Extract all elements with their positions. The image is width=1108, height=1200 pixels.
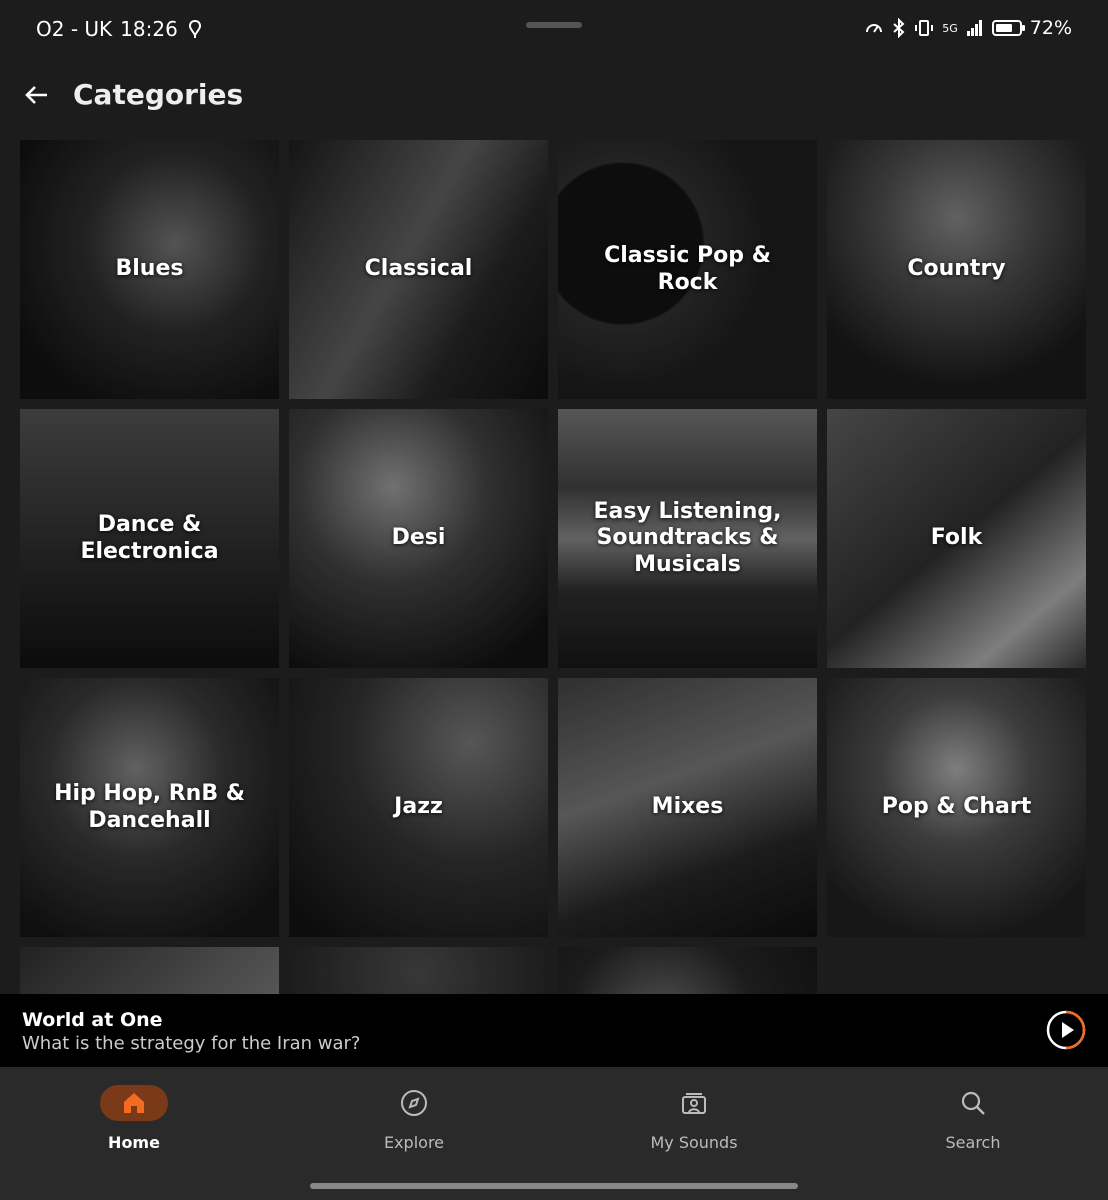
category-label: Mixes [651, 794, 724, 820]
now-playing-title: World at One [22, 1009, 163, 1031]
category-tile-mixes[interactable]: Mixes [558, 678, 817, 937]
category-label: Classic Pop & Rock [604, 243, 771, 295]
category-label: Jazz [394, 794, 443, 820]
status-bar: O2 - UK 18:26 5G 72% [0, 0, 1108, 60]
category-label: Blues [115, 256, 184, 282]
gesture-bar [310, 1183, 798, 1189]
app-header: Categories [0, 66, 1108, 126]
category-tile-dance-electronica[interactable]: Dance & Electronica [20, 409, 279, 668]
clock: 18:26 [120, 17, 178, 41]
category-label: Dance & Electronica [80, 512, 219, 564]
nav-home-label: Home [108, 1133, 160, 1152]
category-tile-folk[interactable]: Folk [827, 409, 1086, 668]
category-tile[interactable] [289, 947, 548, 994]
battery-fill [995, 24, 1012, 32]
nav-my-sounds[interactable]: My Sounds [614, 1085, 774, 1152]
nav-search[interactable]: Search [893, 1085, 1053, 1152]
category-tile-hip-hop[interactable]: Hip Hop, RnB & Dancehall [20, 678, 279, 937]
category-tile-easy-listening[interactable]: Easy Listening, Soundtracks & Musicals [558, 409, 817, 668]
battery-percent: 72% [1029, 17, 1072, 39]
carrier-label: O2 - UK [36, 17, 113, 41]
nav-my-sounds-label: My Sounds [650, 1133, 738, 1152]
category-grid-scroll[interactable]: Blues Classical Classic Pop & Rock Count… [20, 140, 1088, 994]
category-tile[interactable] [20, 947, 279, 994]
sync-icon [188, 19, 201, 38]
category-label: Pop & Chart [881, 794, 1032, 820]
bottom-nav: Home Explore My Sounds Search [0, 1067, 1108, 1200]
nav-home-pill [100, 1085, 168, 1121]
category-tile-pop-chart[interactable]: Pop & Chart [827, 678, 1086, 937]
page-title: Categories [73, 78, 244, 111]
play-button-icon[interactable] [1046, 1010, 1086, 1050]
drag-handle [526, 22, 582, 28]
compass-icon [401, 1090, 427, 1116]
search-icon [961, 1091, 985, 1115]
back-arrow-icon[interactable] [22, 80, 52, 110]
speed-icon [866, 24, 883, 33]
nav-search-label: Search [945, 1133, 1001, 1152]
category-label: Desi [391, 525, 446, 551]
mini-player[interactable]: World at One What is the strategy for th… [0, 994, 1108, 1067]
category-tile-blues[interactable]: Blues [20, 140, 279, 399]
nav-explore-label: Explore [383, 1133, 445, 1152]
category-label: Classical [364, 256, 473, 282]
category-tile-classical[interactable]: Classical [289, 140, 548, 399]
category-label: Easy Listening, Soundtracks & Musicals [593, 498, 782, 577]
nav-home[interactable]: Home [54, 1085, 214, 1152]
category-grid: Blues Classical Classic Pop & Rock Count… [20, 140, 1088, 994]
battery-icon [991, 20, 1025, 36]
status-left: O2 - UK 18:26 [36, 17, 204, 41]
signal-icon [966, 20, 982, 36]
vibrate-icon [915, 20, 934, 36]
category-label: Folk [930, 525, 983, 551]
home-icon [124, 1093, 144, 1113]
bluetooth-icon [893, 18, 905, 38]
category-tile-jazz[interactable]: Jazz [289, 678, 548, 937]
my-sounds-icon [682, 1093, 706, 1114]
status-right: 5G 72% [864, 17, 1072, 39]
nav-explore[interactable]: Explore [334, 1085, 494, 1152]
category-tile[interactable] [558, 947, 817, 994]
network-type: 5G [942, 21, 958, 35]
category-tile-classic-pop-rock[interactable]: Classic Pop & Rock [558, 140, 817, 399]
now-playing-subtitle: What is the strategy for the Iran war? [22, 1033, 361, 1054]
category-label: Hip Hop, RnB & Dancehall [54, 781, 245, 833]
category-tile-desi[interactable]: Desi [289, 409, 548, 668]
category-label: Country [907, 256, 1006, 282]
category-tile-country[interactable]: Country [827, 140, 1086, 399]
